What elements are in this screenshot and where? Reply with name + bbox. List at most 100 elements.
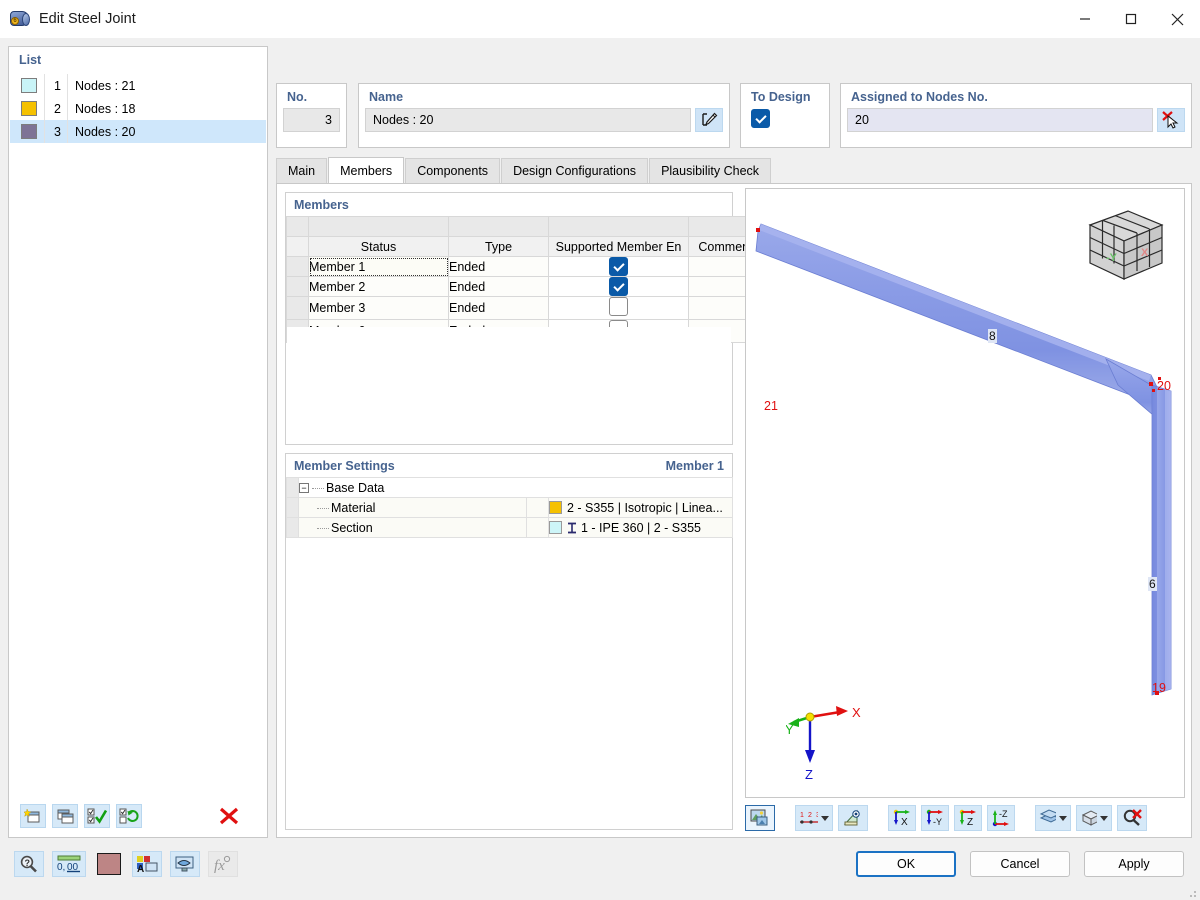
display-layers-button[interactable]	[1035, 805, 1071, 831]
wireframe-box-button[interactable]	[1076, 805, 1112, 831]
tree-value-material[interactable]: 2 - S355 | Isotropic | Linea...	[547, 497, 734, 518]
close-button[interactable]	[1154, 0, 1200, 38]
cell-supported-member-end[interactable]	[548, 256, 689, 277]
name-label: Name	[369, 90, 404, 104]
tab-main[interactable]: Main	[276, 158, 328, 183]
name-input[interactable]: Nodes : 20	[365, 108, 691, 132]
view-x-button[interactable]: X	[888, 805, 916, 831]
member-label-8: 8	[988, 329, 997, 343]
right-column: -Y X 21 20 19 8 6 X Z 1 2 3 X -Y Z -Z	[745, 188, 1185, 834]
model-viewport[interactable]: -Y X 21 20 19 8 6 X Z	[745, 188, 1185, 798]
chevron-down-icon[interactable]	[1059, 815, 1067, 821]
tree-group-base-data[interactable]: − Base Data	[297, 477, 734, 498]
supported-checkbox[interactable]	[609, 297, 628, 316]
tree-row[interactable]: Section 1 - IPE 360 | 2 - S355	[286, 517, 734, 538]
table-row[interactable]: Member 3 Ended	[286, 296, 763, 320]
apply-button[interactable]: Apply	[1084, 851, 1184, 877]
tree-row[interactable]: Material 2 - S355 | Isotropic | Linea...	[286, 497, 734, 518]
measure-button[interactable]	[838, 805, 868, 831]
maximize-button[interactable]	[1108, 0, 1154, 38]
formula-button[interactable]: fx	[208, 851, 238, 877]
member-label-6: 6	[1148, 577, 1157, 591]
cell-type[interactable]: Ended	[448, 296, 549, 320]
svg-text:0,: 0,	[57, 862, 65, 873]
list-panel: List 1 Nodes : 21 2 Nodes : 18 3 Nodes:…	[8, 46, 268, 838]
to-design-box: To Design	[740, 83, 830, 148]
tree-value-section[interactable]: 1 - IPE 360 | 2 - S355	[547, 517, 734, 538]
cell-status[interactable]: Member 1	[308, 256, 449, 277]
svg-text:Z: Z	[967, 817, 973, 827]
no-field-box: No. 3	[276, 83, 347, 148]
cell-status[interactable]: Member 3	[308, 296, 449, 320]
list-item[interactable]: 1 Nodes : 21	[10, 74, 266, 97]
cell-status[interactable]: Member 2	[308, 276, 449, 297]
title-bar: 6 Edit Steel Joint	[0, 0, 1200, 38]
supported-checkbox[interactable]	[609, 277, 628, 296]
no-input[interactable]: 3	[283, 108, 340, 132]
svg-text:X: X	[901, 817, 908, 827]
members-table: Status Type Supported Member En Comment …	[286, 216, 763, 343]
tree-row-label: Material	[331, 500, 376, 515]
assigned-nodes-label: Assigned to Nodes No.	[851, 90, 988, 104]
member-settings-tree: − Base Data Material 2 - S355 | Isotropic…	[286, 477, 734, 538]
list-item[interactable]: 3 Nodes : 20	[10, 120, 266, 143]
visibility-button[interactable]	[170, 851, 200, 877]
members-tab-content: Members Status Type Supported Member En	[276, 183, 1192, 838]
cell-type[interactable]: Ended	[448, 276, 549, 297]
column-header-status[interactable]: Status	[308, 236, 449, 257]
edit-pencil-icon[interactable]	[695, 108, 723, 132]
to-design-checkbox[interactable]	[751, 109, 770, 128]
cancel-button[interactable]: Cancel	[970, 851, 1070, 877]
decimal-places-button[interactable]: 0, 00	[52, 851, 86, 877]
list-item[interactable]: 2 Nodes : 18	[10, 97, 266, 120]
svg-text:-Y: -Y	[933, 817, 942, 827]
delete-item-button[interactable]	[216, 804, 242, 828]
tree-label-material: Material	[298, 497, 527, 518]
new-item-button[interactable]	[20, 804, 46, 828]
numbering-button[interactable]: 123	[795, 805, 833, 831]
dialog-body: List 1 Nodes : 21 2 Nodes : 18 3 Nodes:…	[0, 38, 1200, 840]
copy-item-button[interactable]	[52, 804, 78, 828]
toggle-check-button[interactable]	[116, 804, 142, 828]
view-z-button[interactable]: Z	[954, 805, 982, 831]
axis-label-z: Z	[805, 767, 813, 782]
table-row[interactable]: Member 1 Ended	[286, 256, 763, 277]
svg-text:?: ?	[25, 858, 31, 868]
color-swatch-button[interactable]	[94, 851, 124, 877]
tab-components[interactable]: Components	[405, 158, 501, 183]
table-row[interactable]: Member 2 Ended	[286, 276, 763, 297]
member-settings-header: Member Settings Member 1	[286, 454, 732, 477]
list-item-color-swatch	[21, 78, 37, 93]
collapse-icon[interactable]: −	[299, 483, 309, 494]
tab-plausibility-check[interactable]: Plausibility Check	[649, 158, 772, 183]
list-toolbar	[10, 796, 266, 836]
tree-group-row[interactable]: − Base Data	[286, 477, 734, 498]
member-settings-title: Member Settings	[294, 458, 395, 473]
ok-button[interactable]: OK	[856, 851, 956, 877]
resize-grip[interactable]	[1187, 888, 1197, 898]
display-properties-button[interactable]: A	[132, 851, 162, 877]
tree-row-value: 1 - IPE 360 | 2 - S355	[581, 520, 701, 535]
assigned-nodes-input[interactable]: 20	[847, 108, 1153, 132]
check-all-button[interactable]	[84, 804, 110, 828]
chevron-down-icon[interactable]	[1100, 815, 1108, 821]
member-settings-subject: Member 1	[665, 458, 724, 473]
view-negative-y-button[interactable]: -Y	[921, 805, 949, 831]
no-label: No.	[287, 90, 308, 104]
cell-type[interactable]: Ended	[448, 256, 549, 277]
cell-supported-member-end[interactable]	[548, 276, 689, 297]
view-negative-z-button[interactable]: -Z	[987, 805, 1015, 831]
column-header-supported-member-end[interactable]: Supported Member En	[548, 236, 689, 257]
tree-spacer-cell	[526, 497, 549, 518]
reset-zoom-button[interactable]	[1117, 805, 1147, 831]
render-mode-button[interactable]	[745, 805, 775, 831]
tab-design-configurations[interactable]: Design Configurations	[501, 158, 649, 183]
cell-supported-member-end[interactable]	[548, 296, 689, 320]
minimize-button[interactable]	[1062, 0, 1108, 38]
help-button[interactable]: ?	[14, 851, 44, 877]
tab-members[interactable]: Members	[328, 157, 405, 183]
column-header-type[interactable]: Type	[448, 236, 549, 257]
supported-checkbox[interactable]	[609, 257, 628, 276]
clear-assignment-button[interactable]	[1157, 108, 1185, 132]
chevron-down-icon[interactable]	[821, 815, 829, 821]
